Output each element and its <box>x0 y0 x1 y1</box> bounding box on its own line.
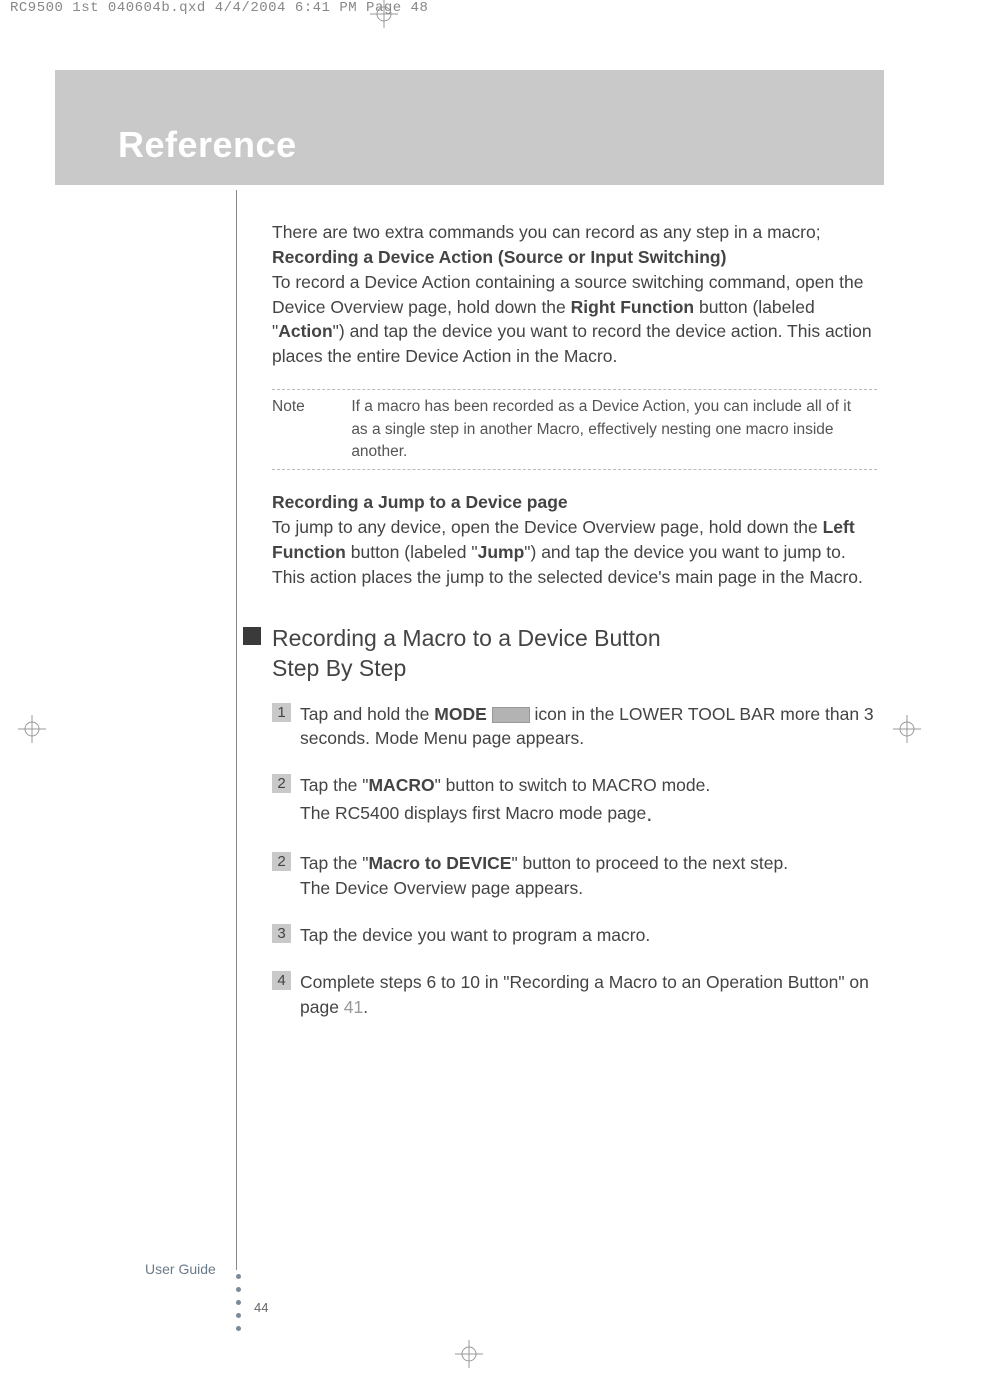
section-jump: Recording a Jump to a Device page To jum… <box>272 490 877 589</box>
file-slug: RC9500 1st 040604b.qxd 4/4/2004 6:41 PM … <box>0 0 987 20</box>
registration-mark-top <box>370 0 398 33</box>
vertical-rule <box>236 190 237 1270</box>
note-text: If a macro has been recorded as a Device… <box>351 396 866 463</box>
section-steps-heading: Recording a Macro to a Device Button Ste… <box>272 624 877 684</box>
step-item: 4 Complete steps 6 to 10 in "Recording a… <box>272 970 877 1020</box>
step-item: 3 Tap the device you want to program a m… <box>272 923 877 948</box>
step-number: 4 <box>272 971 291 990</box>
step-number: 1 <box>272 703 291 722</box>
registration-mark-right <box>893 715 921 748</box>
step-number: 2 <box>272 852 291 871</box>
chapter-title: Reference <box>118 124 297 166</box>
body-content: There are two extra commands you can rec… <box>272 220 877 1042</box>
step-number: 2 <box>272 774 291 793</box>
note-label: Note <box>272 396 347 418</box>
section-bullet-icon <box>243 627 261 645</box>
section-body: To jump to any device, open the Device O… <box>272 515 877 590</box>
step-item: 2 Tap the "Macro to DEVICE" button to pr… <box>272 851 877 901</box>
step-item: 1 Tap and hold the MODE icon in the LOWE… <box>272 702 877 752</box>
intro-paragraph: There are two extra commands you can rec… <box>272 220 877 245</box>
section-heading: Recording a Device Action (Source or Inp… <box>272 247 726 267</box>
section-heading: Recording a Jump to a Device page <box>272 492 568 512</box>
page-number: 44 <box>254 1300 268 1315</box>
footer-dots-icon <box>236 1274 241 1339</box>
step-item: 2 Tap the "MACRO" button to switch to MA… <box>272 773 877 829</box>
step-number: 3 <box>272 924 291 943</box>
mode-icon <box>492 707 530 723</box>
footer-guide-label: User Guide <box>145 1261 216 1277</box>
section-device-action: Recording a Device Action (Source or Inp… <box>272 245 877 369</box>
registration-mark-left <box>18 715 46 748</box>
section-body: To record a Device Action containing a s… <box>272 270 877 369</box>
registration-mark-bottom <box>455 1340 483 1373</box>
note-block: Note If a macro has been recorded as a D… <box>272 389 877 470</box>
